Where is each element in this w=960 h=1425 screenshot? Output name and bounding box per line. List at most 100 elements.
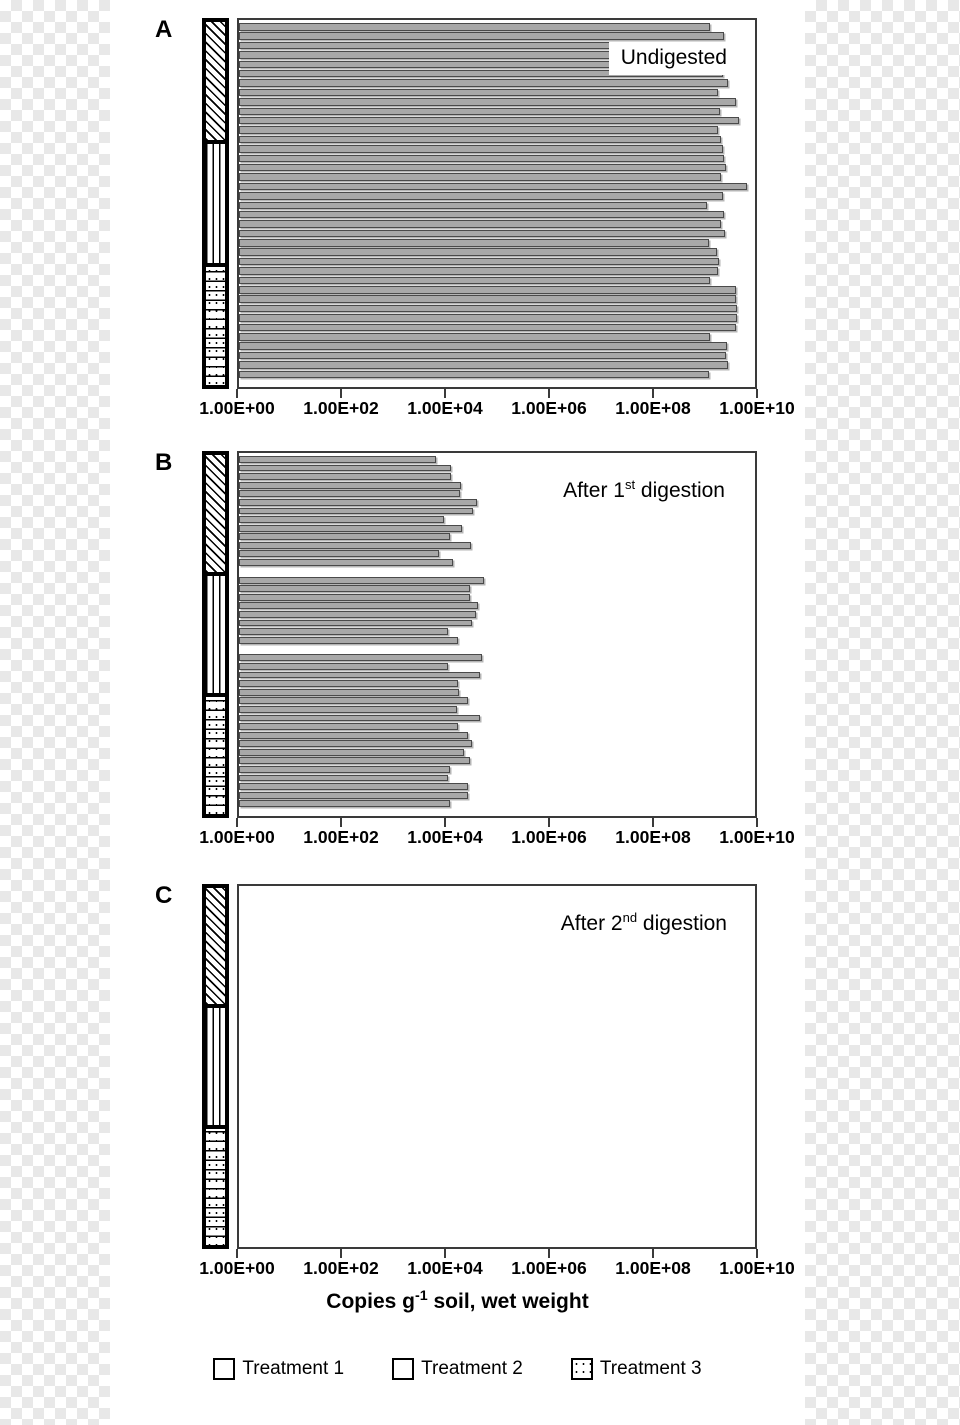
bar (239, 541, 471, 549)
panel-a-treatment-strip (202, 18, 229, 389)
bar (239, 602, 478, 610)
bar (239, 731, 469, 739)
bar (239, 239, 709, 247)
panel-c-bars (239, 886, 755, 1247)
panel-c-treatment-strip (202, 884, 229, 1249)
bar (239, 507, 474, 515)
treatment-3-swatch-a (204, 264, 227, 387)
legend-item-treatment-2: Treatment 2 (392, 1358, 523, 1380)
bar (239, 220, 722, 228)
treatment-1-swatch-c (204, 886, 227, 1007)
bar (239, 481, 462, 489)
axis-tick-label: 1.00E+06 (511, 398, 587, 418)
panel-b-treatment-strip (202, 451, 229, 818)
panel-b-plot-area: After 1st digestion (237, 451, 757, 818)
bar (239, 791, 469, 799)
transparent-background-left (0, 0, 110, 1425)
treatment-2-swatch-b (204, 573, 227, 696)
bar (239, 98, 737, 106)
bar (239, 456, 436, 463)
axis-tick-label: 1.00E+06 (511, 827, 587, 847)
legend: Treatment 1 Treatment 2 Treatment 3 (110, 1358, 805, 1380)
bar (239, 88, 719, 97)
bar (239, 370, 709, 379)
bar (239, 304, 738, 313)
bar (239, 351, 726, 360)
bar (239, 723, 459, 730)
bar (239, 79, 729, 87)
bar (239, 800, 450, 808)
bar (239, 714, 481, 722)
axis-tick (340, 389, 342, 398)
axis-tick-label: 1.00E+08 (615, 398, 691, 418)
bar (239, 116, 739, 125)
bar (239, 276, 711, 285)
bar (239, 314, 738, 322)
axis-tick (236, 818, 238, 827)
panel-c-x-axis: 1.00E+00 1.00E+02 1.00E+04 1.00E+06 1.00E+08… (199, 1249, 795, 1279)
bar (239, 342, 727, 350)
panel-b-x-axis: 1.00E+00 1.00E+02 1.00E+04 1.00E+06 1.00E+08… (199, 818, 795, 848)
axis-tick (444, 818, 446, 827)
bar (239, 654, 483, 662)
axis-tick (652, 818, 654, 827)
panel-b-bars (239, 453, 755, 816)
bar (239, 201, 708, 210)
legend-label-treatment-3: Treatment 3 (599, 1358, 702, 1379)
bar (239, 490, 461, 498)
legend-item-treatment-1: Treatment 1 (213, 1358, 344, 1380)
axis-tick (340, 1249, 342, 1258)
bar (239, 550, 439, 558)
bar (239, 248, 718, 256)
bar (239, 154, 725, 163)
bar (239, 229, 725, 238)
bar (239, 107, 721, 116)
axis-tick (548, 818, 550, 827)
axis-tick-label: 1.00E+00 (199, 1258, 275, 1278)
axis-tick (444, 389, 446, 398)
axis-tick-label: 1.00E+02 (303, 398, 379, 418)
axis-tick-label: 1.00E+10 (719, 827, 795, 847)
axis-tick-label: 1.00E+02 (303, 1258, 379, 1278)
bar (239, 333, 711, 341)
legend-item-treatment-3: Treatment 3 (570, 1358, 702, 1380)
bar (239, 774, 448, 782)
panel-c-letter: C (155, 882, 173, 909)
bar (239, 182, 748, 191)
axis-tick-label: 1.00E+04 (407, 827, 483, 847)
bar (239, 163, 727, 172)
axis-tick (548, 1249, 550, 1258)
bar (239, 257, 720, 266)
axis-tick (756, 818, 758, 827)
bar (239, 498, 477, 506)
panel-a-x-axis: 1.00E+00 1.00E+02 1.00E+04 1.00E+06 1.00E+08… (199, 389, 795, 419)
axis-tick (444, 1249, 446, 1258)
legend-label-treatment-2: Treatment 2 (421, 1358, 523, 1379)
panel-c-plot-area: After 2nd digestion (237, 884, 757, 1249)
treatment-1-swatch-b (204, 453, 227, 574)
axis-tick-label: 1.00E+06 (511, 1258, 587, 1278)
bar (239, 267, 719, 275)
panel-a-annotation: Undigested (608, 42, 739, 75)
x-axis-title: Copies g-1 soil, wet weight (326, 1288, 589, 1313)
transparent-background-right (805, 0, 960, 1425)
bar (239, 671, 480, 679)
panel-a-letter: A (155, 16, 173, 43)
bar (239, 757, 471, 765)
axis-tick-label: 1.00E+00 (199, 827, 275, 847)
axis-tick (756, 389, 758, 398)
bar (239, 697, 469, 705)
axis-tick-label: 1.00E+10 (719, 398, 795, 418)
bar (239, 126, 719, 134)
treatment-3-swatch-c (204, 1126, 227, 1247)
axis-tick (652, 389, 654, 398)
bar (239, 748, 465, 756)
treatment-3-pattern-icon (570, 1358, 593, 1380)
treatment-1-swatch-a (204, 20, 227, 143)
bar (239, 628, 448, 636)
axis-tick-label: 1.00E+04 (407, 398, 483, 418)
bar (239, 636, 459, 644)
treatment-1-pattern-icon (213, 1358, 236, 1380)
axis-tick-label: 1.00E+08 (615, 827, 691, 847)
panel-c: C After 2nd digestion 1.00E+00 1.00E+02 1.… (110, 870, 805, 1305)
